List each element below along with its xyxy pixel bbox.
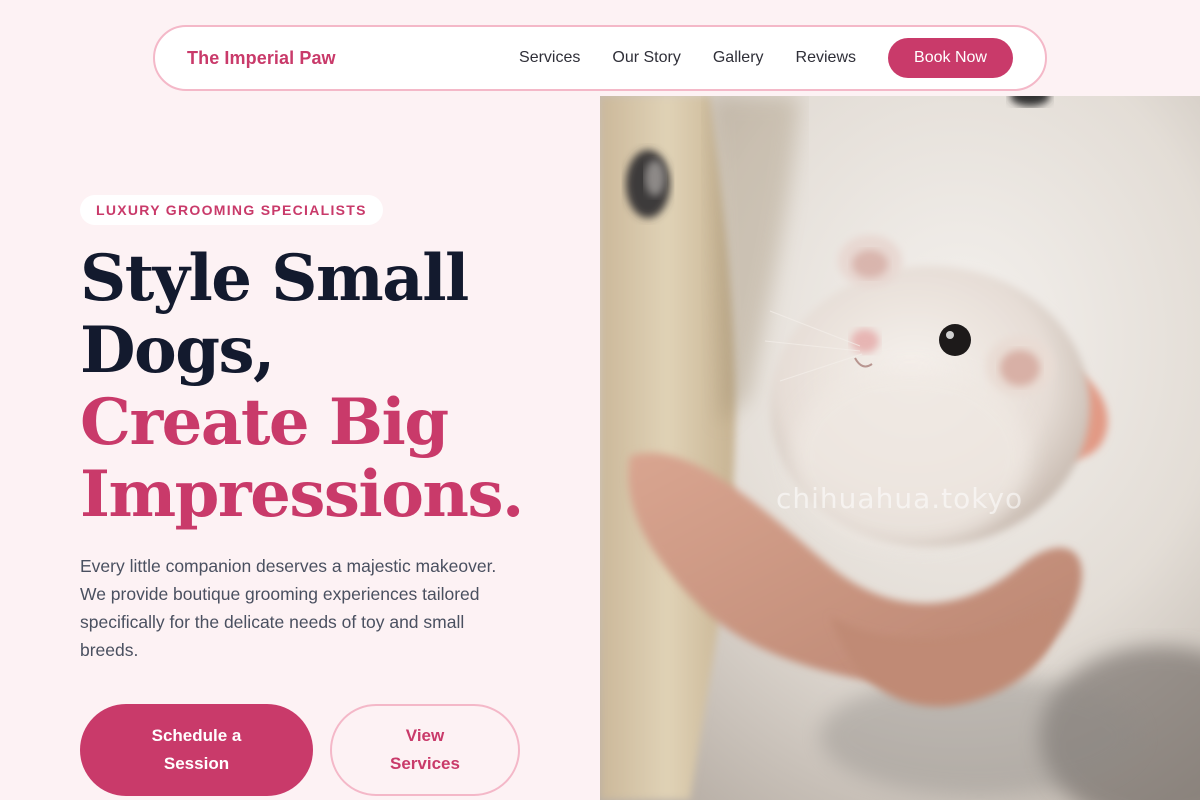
hero-badge: LUXURY GROOMING SPECIALISTS <box>80 195 383 225</box>
nav-link-reviews[interactable]: Reviews <box>796 49 856 67</box>
book-now-button[interactable]: Book Now <box>888 38 1013 78</box>
schedule-session-button[interactable]: Schedule a Session <box>80 704 313 796</box>
headline-line-4: Impressions. <box>80 457 524 532</box>
brand-logo[interactable]: The Imperial Paw <box>187 48 336 69</box>
nav-link-gallery[interactable]: Gallery <box>713 49 764 67</box>
view-services-button[interactable]: View Services <box>330 704 520 796</box>
headline-line-2: Dogs, <box>80 313 275 388</box>
image-watermark: chihuahua.tokyo <box>776 482 1024 515</box>
headline-line-1: Style Small <box>80 241 469 316</box>
nav-link-our-story[interactable]: Our Story <box>612 49 680 67</box>
hero-image: chihuahua.tokyo <box>600 96 1200 800</box>
hero-description: Every little companion deserves a majest… <box>80 556 497 660</box>
nav-links: Services Our Story Gallery Reviews Book … <box>519 38 1013 78</box>
top-navbar: The Imperial Paw Services Our Story Gall… <box>153 25 1047 91</box>
hero-headline: Style Small Dogs, Create Big Impressions… <box>80 243 580 531</box>
hero-photo-illustration <box>600 96 1200 800</box>
headline-line-3: Create Big <box>80 385 449 460</box>
nav-link-services[interactable]: Services <box>519 49 580 67</box>
